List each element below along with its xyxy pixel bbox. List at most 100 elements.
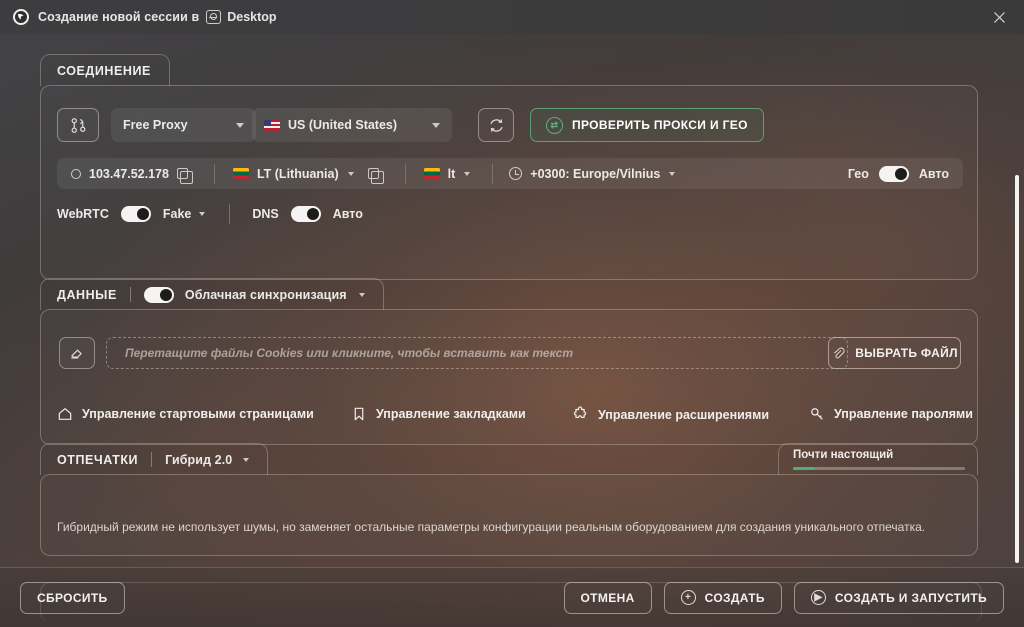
- choose-file-label: ВЫБРАТЬ ФАЙЛ: [855, 346, 958, 360]
- country-value: US (United States): [288, 118, 398, 132]
- flag-lt-icon: [232, 168, 249, 179]
- app-globe-logo-icon: [13, 9, 29, 25]
- manage-start-pages-label: Управление стартовыми страницами: [82, 407, 314, 421]
- divider: [151, 452, 153, 467]
- chevron-down-icon: [464, 171, 471, 176]
- fingerprint-quality-fill: [793, 467, 816, 470]
- paperclip-icon: [834, 347, 845, 358]
- fingerprint-description: Гибридный режим не использует шумы, но з…: [57, 520, 926, 534]
- chevron-down-icon: [669, 171, 676, 176]
- data-card: ДАННЫЕ Облачная синхронизация Перетащите…: [40, 278, 978, 445]
- clock-icon: [509, 167, 523, 180]
- flag-lt-icon: [423, 168, 440, 179]
- manage-start-pages-link[interactable]: Управление стартовыми страницами: [57, 406, 314, 422]
- create-label: СОЗДАТЬ: [704, 590, 765, 605]
- divider: [492, 163, 494, 184]
- ip-value: 103.47.52.178: [89, 166, 169, 181]
- copy-icon[interactable]: [176, 168, 194, 185]
- cookies-dropzone[interactable]: Перетащите файлы Cookies или кликните, ч…: [106, 337, 848, 369]
- desktop-profile-icon: [206, 10, 222, 24]
- manage-extensions-link[interactable]: Управление расширениями: [572, 406, 769, 423]
- connection-tab[interactable]: СОЕДИНЕНИЕ: [40, 54, 170, 86]
- proxy-type-select[interactable]: Free Proxy: [111, 108, 256, 142]
- fingerprints-tab-label: ОТПЕЧАТКИ: [57, 452, 139, 467]
- geo-mode-label: Авто: [918, 166, 949, 181]
- session-creation-window: Создание новой сессии в Desktop СОЕДИНЕН…: [0, 0, 1024, 627]
- chevron-down-icon[interactable]: [199, 212, 206, 216]
- timezone-segment[interactable]: +0300: Europe/Vilnius: [509, 166, 676, 181]
- refresh-icon: [489, 118, 503, 132]
- create-and-run-label: СОЗДАТЬ И ЗАПУСТИТЬ: [834, 590, 987, 605]
- data-tab[interactable]: ДАННЫЕ Облачная синхронизация: [40, 278, 384, 310]
- geo-toggle-segment: Гео Авто: [847, 165, 949, 182]
- data-tab-label: ДАННЫЕ: [57, 287, 117, 302]
- divider: [213, 163, 215, 184]
- connection-card: СОЕДИНЕНИЕ Free Proxy US (United States)…: [40, 54, 978, 280]
- dns-toggle[interactable]: [290, 206, 321, 222]
- profile-label: Desktop: [227, 10, 277, 24]
- ip-segment: 103.47.52.178: [71, 166, 194, 185]
- scrollbar-thumb[interactable]: [1015, 175, 1019, 563]
- dns-label: DNS: [252, 207, 279, 221]
- create-and-run-button[interactable]: ▶ СОЗДАТЬ И ЗАПУСТИТЬ: [793, 581, 1004, 614]
- create-button[interactable]: + СОЗДАТЬ: [663, 581, 782, 614]
- puzzle-icon: [573, 406, 587, 419]
- refresh-proxy-button[interactable]: [478, 108, 514, 142]
- fingerprint-mode-value: Гибрид 2.0: [165, 452, 233, 467]
- manage-bookmarks-link[interactable]: Управление закладками: [351, 406, 526, 422]
- manage-extensions-label: Управление расширениями: [598, 407, 770, 422]
- dns-mode-label: Авто: [332, 207, 363, 221]
- cancel-button[interactable]: ОТМЕНА: [563, 581, 652, 614]
- title-bar: Создание новой сессии в Desktop: [0, 0, 1024, 34]
- proxy-type-value: Free Proxy: [123, 118, 188, 132]
- timezone-value: +0300: Europe/Vilnius: [530, 166, 661, 181]
- geo-country-segment[interactable]: LT (Lithuania): [232, 167, 384, 185]
- divider: [229, 204, 231, 224]
- fingerprint-quality-meter: Почти настоящий: [778, 443, 978, 475]
- cancel-label: ОТМЕНА: [580, 590, 635, 605]
- ip-dot-icon: [71, 168, 81, 179]
- webrtc-label: WebRTC: [57, 207, 109, 221]
- clear-cookies-button[interactable]: [59, 337, 95, 369]
- reset-label: СБРОСИТЬ: [37, 590, 108, 605]
- geo-toggle[interactable]: [878, 165, 909, 182]
- country-select[interactable]: US (United States): [252, 108, 452, 142]
- fingerprint-quality-bar: [793, 467, 965, 470]
- manage-bookmarks-label: Управление закладками: [376, 407, 526, 421]
- webrtc-mode-label: Fake: [162, 207, 192, 221]
- bookmark-icon: [354, 407, 364, 421]
- play-circle-icon: ▶: [810, 590, 826, 605]
- fingerprints-tab[interactable]: ОТПЕЧАТКИ Гибрид 2.0: [40, 443, 269, 475]
- divider: [404, 163, 406, 184]
- cloud-sync-toggle[interactable]: [143, 286, 174, 303]
- language-segment[interactable]: lt: [423, 167, 471, 181]
- close-icon[interactable]: [984, 4, 1014, 30]
- cookies-dropzone-placeholder: Перетащите файлы Cookies или кликните, ч…: [125, 346, 574, 360]
- check-proxy-geo-button[interactable]: ⇄ ПРОВЕРИТЬ ПРОКСИ И ГЕО: [530, 108, 764, 142]
- manage-passwords-link[interactable]: Управление паролями: [809, 406, 973, 422]
- copy-icon[interactable]: [367, 168, 384, 185]
- divider: [129, 287, 131, 302]
- proxy-route-button[interactable]: [57, 108, 99, 142]
- key-icon: [811, 408, 823, 420]
- chevron-down-icon[interactable]: [358, 292, 365, 297]
- proxy-route-icon: [71, 117, 85, 133]
- proxy-info-strip: 103.47.52.178 LT (Lithuania) lt +0300: E…: [57, 158, 963, 189]
- connection-tab-label: СОЕДИНЕНИЕ: [57, 63, 151, 78]
- check-circle-icon: ⇄: [546, 116, 563, 134]
- check-proxy-geo-label: ПРОВЕРИТЬ ПРОКСИ И ГЕО: [572, 118, 748, 132]
- webrtc-toggle[interactable]: [120, 206, 151, 222]
- privacy-toggles-row: WebRTC Fake DNS Авто: [57, 204, 363, 224]
- eraser-icon: [71, 349, 82, 359]
- geo-label: Гео: [847, 166, 869, 181]
- cloud-sync-label: Облачная синхронизация: [184, 287, 347, 302]
- chevron-down-icon: [236, 122, 244, 128]
- chevron-down-icon[interactable]: [243, 457, 250, 462]
- home-icon: [58, 408, 72, 420]
- flag-us-icon: [264, 119, 280, 131]
- window-title: Создание новой сессии в: [38, 10, 200, 24]
- reset-button[interactable]: СБРОСИТЬ: [20, 581, 125, 614]
- settings-scroll-area: СОЕДИНЕНИЕ Free Proxy US (United States)…: [0, 34, 1024, 622]
- choose-file-button[interactable]: ВЫБРАТЬ ФАЙЛ: [828, 337, 961, 369]
- chevron-down-icon: [347, 171, 354, 176]
